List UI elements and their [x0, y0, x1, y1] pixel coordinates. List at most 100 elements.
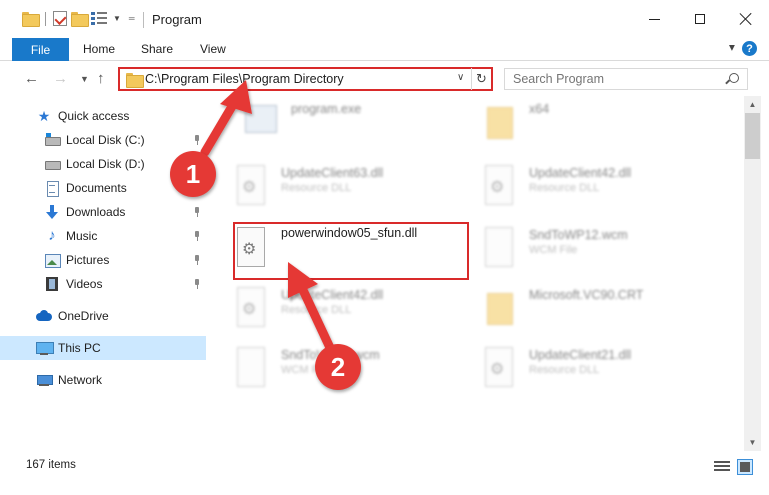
search-box[interactable] — [504, 68, 748, 90]
file-item[interactable]: SndToWP12.wcm WCM File — [481, 224, 721, 274]
address-history-chevron-icon[interactable]: ∨ — [457, 72, 464, 83]
title-bar: ▼ ═ Program — [0, 0, 769, 38]
file-name: x64 — [529, 102, 550, 116]
file-item[interactable]: program.exe — [243, 98, 483, 148]
toolbar-divider — [45, 11, 46, 26]
sidebar-item-quick-access[interactable]: ★ Quick access — [0, 104, 206, 128]
file-name: UpdateClient63.dll — [281, 166, 384, 180]
new-folder-icon[interactable] — [71, 12, 89, 27]
scrollbar-thumb[interactable] — [745, 113, 760, 159]
sidebar-item-videos[interactable]: Videos — [0, 272, 206, 296]
address-path[interactable]: C:\Program Files\Program Directory — [145, 72, 344, 86]
folder-icon — [481, 287, 515, 327]
sidebar-item-label: Local Disk (D:) — [66, 157, 145, 171]
dll-icon — [481, 347, 515, 387]
file-name: Microsoft.VC90.CRT — [529, 288, 644, 302]
file-type: Resource DLL — [529, 182, 600, 194]
sidebar-item-network[interactable]: Network — [0, 368, 206, 392]
file-item[interactable]: UpdateClient21.dll Resource DLL — [481, 344, 721, 394]
pin-icon[interactable] — [193, 255, 201, 265]
file-type: Resource DLL — [281, 182, 352, 194]
file-item[interactable]: UpdateClient42.dll Resource DLL — [233, 284, 473, 334]
folder-icon — [126, 73, 144, 88]
tab-home[interactable]: Home — [83, 42, 115, 56]
file-list: program.exe x64 UpdateClient63.dll Resou… — [207, 96, 744, 451]
scroll-up-icon[interactable]: ▲ — [744, 96, 761, 113]
file-name: UpdateClient21.dll — [529, 348, 632, 362]
pin-icon[interactable] — [193, 279, 201, 289]
sidebar-item-label: This PC — [58, 341, 101, 355]
search-icon[interactable] — [729, 73, 739, 83]
maximize-button[interactable] — [677, 0, 723, 38]
tab-share[interactable]: Share — [141, 42, 173, 56]
file-name: SndToWP12.wcm — [529, 228, 628, 242]
vertical-scrollbar[interactable]: ▲ ▼ — [744, 96, 761, 451]
properties-check-icon[interactable] — [53, 11, 67, 26]
minimize-button[interactable] — [631, 0, 677, 38]
sidebar-item-this-pc[interactable]: This PC — [0, 336, 206, 360]
computer-icon — [36, 340, 54, 356]
sidebar-item-label: Documents — [66, 181, 127, 195]
title-divider — [143, 12, 144, 28]
status-bar: 167 items — [0, 451, 769, 495]
search-input[interactable] — [505, 69, 715, 89]
scroll-down-icon[interactable]: ▼ — [744, 434, 761, 451]
customize-toolbar-icon[interactable]: ═ — [129, 14, 135, 23]
close-button[interactable] — [723, 0, 769, 38]
sidebar-item-local-disk-c[interactable]: Local Disk (C:) — [0, 128, 206, 152]
sidebar-item-label: OneDrive — [58, 309, 109, 323]
navigation-pane: ★ Quick access Local Disk (C:) Local Dis… — [0, 96, 207, 451]
pin-icon[interactable] — [193, 135, 201, 145]
large-icons-view-icon[interactable] — [737, 459, 753, 475]
tab-file[interactable]: File — [12, 38, 69, 61]
step-2-badge: 2 — [315, 344, 361, 390]
sidebar-item-label: Videos — [66, 277, 103, 291]
documents-icon — [44, 180, 60, 197]
star-icon: ★ — [37, 108, 51, 124]
navigation-bar: ← → ▼ ↑ C:\Program Files\Program Directo… — [0, 61, 769, 96]
sidebar-item-label: Local Disk (C:) — [66, 133, 145, 147]
sidebar-item-onedrive[interactable]: OneDrive — [0, 304, 206, 328]
view-options-icon[interactable] — [91, 11, 109, 26]
network-icon — [36, 372, 53, 388]
recent-locations-chevron-icon[interactable]: ▼ — [80, 74, 89, 84]
file-item[interactable]: Microsoft.VC90.CRT — [481, 284, 721, 334]
tab-view[interactable]: View — [200, 42, 226, 56]
disk-icon — [44, 132, 61, 148]
sidebar-item-music[interactable]: ♪ Music — [0, 224, 206, 248]
step-1-badge: 1 — [170, 151, 216, 197]
window-title: Program — [152, 12, 202, 27]
sidebar-item-pictures[interactable]: Pictures — [0, 248, 206, 272]
folder-icon — [481, 101, 515, 141]
up-arrow-icon[interactable]: ↑ — [97, 70, 105, 87]
music-icon: ♪ — [48, 227, 56, 244]
file-icon — [481, 227, 515, 267]
sidebar-item-label: Network — [58, 373, 103, 387]
file-item[interactable]: UpdateClient63.dll Resource DLL — [233, 162, 473, 212]
file-item[interactable]: x64 — [481, 98, 721, 148]
folder-icon[interactable] — [22, 12, 40, 27]
pin-icon[interactable] — [193, 231, 201, 241]
dll-icon — [233, 287, 267, 327]
ribbon-tabs: File Home Share View ▲ ? — [0, 38, 769, 61]
file-type: Resource DLL — [529, 364, 600, 376]
dll-icon — [481, 165, 515, 205]
sidebar-item-downloads[interactable]: Downloads — [0, 200, 206, 224]
refresh-icon[interactable]: ↻ — [471, 68, 491, 90]
file-type: Resource DLL — [281, 304, 352, 316]
file-item[interactable]: UpdateClient42.dll Resource DLL — [481, 162, 721, 212]
pin-icon[interactable] — [193, 207, 201, 217]
expand-ribbon-icon[interactable]: ▲ — [727, 42, 737, 53]
item-count: 167 items — [26, 459, 76, 471]
back-arrow-icon[interactable]: ← — [24, 70, 39, 87]
pictures-icon — [44, 252, 61, 268]
chevron-down-icon[interactable]: ▼ — [113, 14, 121, 23]
close-icon — [739, 12, 753, 26]
address-bar[interactable]: C:\Program Files\Program Directory ∨ ↻ — [118, 67, 493, 91]
help-icon[interactable]: ? — [742, 41, 757, 56]
forward-arrow-icon[interactable]: → — [53, 70, 68, 87]
minimize-icon — [648, 18, 660, 20]
disk-icon — [44, 156, 61, 172]
videos-icon — [44, 276, 60, 292]
details-view-icon[interactable] — [714, 460, 730, 474]
